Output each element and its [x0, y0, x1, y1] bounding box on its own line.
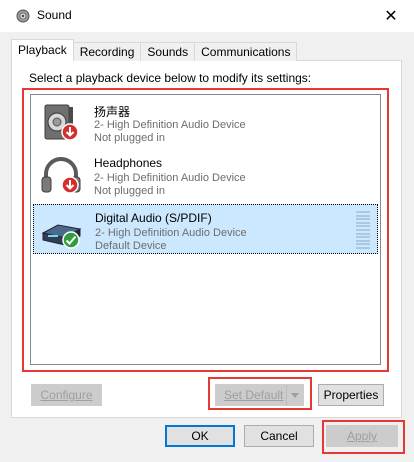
device-driver: 2- High Definition Audio Device: [94, 172, 246, 184]
red-down-arrow-icon: [61, 123, 79, 141]
tab-strip: Playback Recording Sounds Communications: [11, 39, 298, 61]
tab-communications[interactable]: Communications: [194, 42, 298, 61]
speaker-icon: [16, 9, 30, 23]
device-item-headphones[interactable]: Headphones 2- High Definition Audio Devi…: [33, 150, 378, 200]
device-status: Default Device: [95, 240, 167, 252]
device-status: Not plugged in: [94, 132, 165, 144]
properties-button[interactable]: Properties: [318, 384, 384, 406]
chevron-down-icon[interactable]: [286, 385, 303, 405]
device-driver: 2- High Definition Audio Device: [95, 227, 247, 239]
ok-button-label: OK: [191, 429, 209, 443]
configure-button[interactable]: Configure: [31, 384, 102, 406]
instruction-text: Select a playback device below to modify…: [29, 71, 312, 85]
device-status: Not plugged in: [94, 185, 165, 197]
tab-recording[interactable]: Recording: [72, 42, 142, 61]
set-default-button-label: Set Default: [224, 388, 284, 402]
device-name: Digital Audio (S/PDIF): [95, 211, 212, 225]
cancel-button[interactable]: Cancel: [244, 425, 314, 447]
configure-button-label: Configure: [40, 388, 93, 402]
device-name: Headphones: [94, 156, 163, 170]
set-default-button[interactable]: Set Default: [215, 384, 304, 406]
device-item-digital-audio[interactable]: Digital Audio (S/PDIF) 2- High Definitio…: [33, 204, 378, 254]
title-bar: Sound ✕: [0, 0, 414, 32]
tab-playback[interactable]: Playback: [11, 39, 74, 61]
properties-button-label: Properties: [323, 388, 379, 402]
red-down-arrow-icon: [61, 176, 79, 194]
apply-button-label: Apply: [346, 429, 378, 443]
tab-sounds[interactable]: Sounds: [140, 42, 196, 61]
device-name: 扬声器: [94, 105, 131, 119]
window-title: Sound: [37, 8, 72, 22]
cancel-button-label: Cancel: [260, 429, 298, 443]
device-item-speaker[interactable]: 扬声器 2- High Definition Audio Device Not …: [33, 97, 378, 147]
apply-button[interactable]: Apply: [326, 425, 398, 447]
close-icon: ✕: [384, 8, 398, 25]
volume-level-meter: [356, 211, 370, 249]
green-check-icon: [62, 231, 80, 249]
ok-button[interactable]: OK: [165, 425, 235, 447]
device-driver: 2- High Definition Audio Device: [94, 119, 246, 131]
playback-device-list[interactable]: 扬声器 2- High Definition Audio Device Not …: [30, 94, 381, 365]
close-button[interactable]: ✕: [368, 0, 414, 32]
